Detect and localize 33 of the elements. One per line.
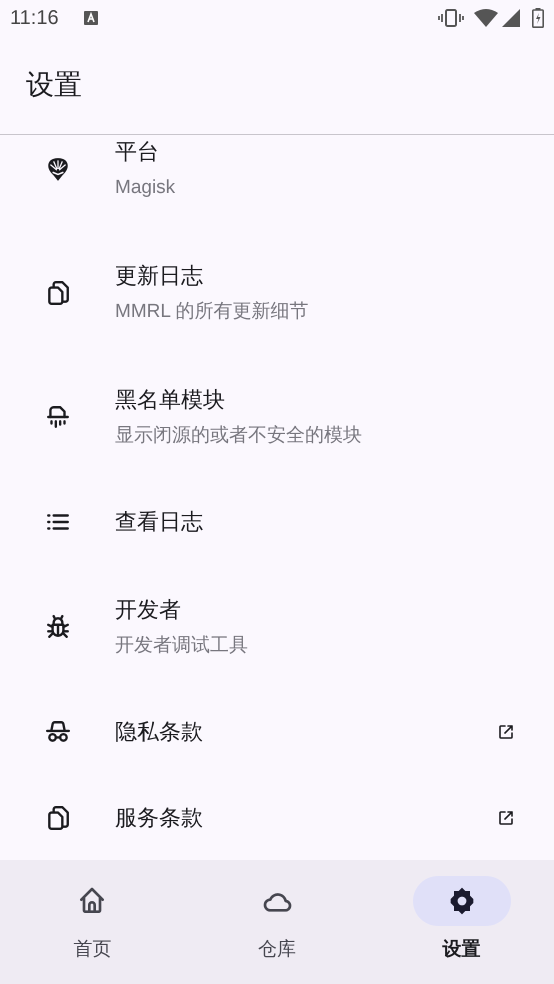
shredder-icon — [45, 404, 71, 430]
settings-item[interactable]: 黑名单模块 显示闭源的或者不安全的模块 — [0, 355, 554, 479]
settings-item[interactable]: 开发者 开发者调试工具 — [0, 565, 554, 689]
bug-icon — [45, 614, 71, 640]
item-title: 隐私条款 — [115, 718, 204, 746]
nav-tab[interactable]: 仓库 — [184, 860, 370, 984]
item-title: 开发者 — [115, 596, 182, 624]
item-title: 查看日志 — [115, 508, 204, 536]
settings-item[interactable]: 服务条款 — [0, 775, 554, 860]
settings-item[interactable]: 查看日志 — [0, 479, 554, 565]
item-subtitle: MMRL 的所有更新细节 — [115, 300, 310, 324]
signal-icon — [502, 9, 520, 27]
item-subtitle: 显示闭源的或者不安全的模块 — [115, 424, 363, 448]
settings-item[interactable]: 隐私条款 — [0, 689, 554, 775]
vibrate-icon — [438, 9, 464, 27]
item-title: 服务条款 — [115, 804, 204, 832]
item-subtitle: 开发者调试工具 — [115, 634, 249, 658]
status-time: 11:16 — [10, 6, 59, 31]
item-subtitle: Magisk — [115, 176, 176, 200]
nav-tab[interactable]: 首页 — [0, 860, 185, 984]
settings-item[interactable]: 更新日志 MMRL 的所有更新细节 — [0, 231, 554, 355]
item-title: 更新日志 — [115, 262, 204, 290]
keyboard-icon — [84, 11, 98, 25]
battery-icon — [532, 8, 544, 28]
wifi-icon — [474, 9, 498, 27]
incognito-icon — [45, 719, 71, 745]
settings-item[interactable]: 平台 Magisk — [0, 135, 554, 231]
item-title: 平台 — [115, 138, 160, 166]
copy-icon — [45, 280, 71, 306]
page-title: 设置 — [26, 68, 82, 102]
copy-icon — [45, 805, 71, 831]
item-title: 黑名单模块 — [115, 386, 226, 414]
nav-tab[interactable]: 设置 — [369, 860, 554, 984]
